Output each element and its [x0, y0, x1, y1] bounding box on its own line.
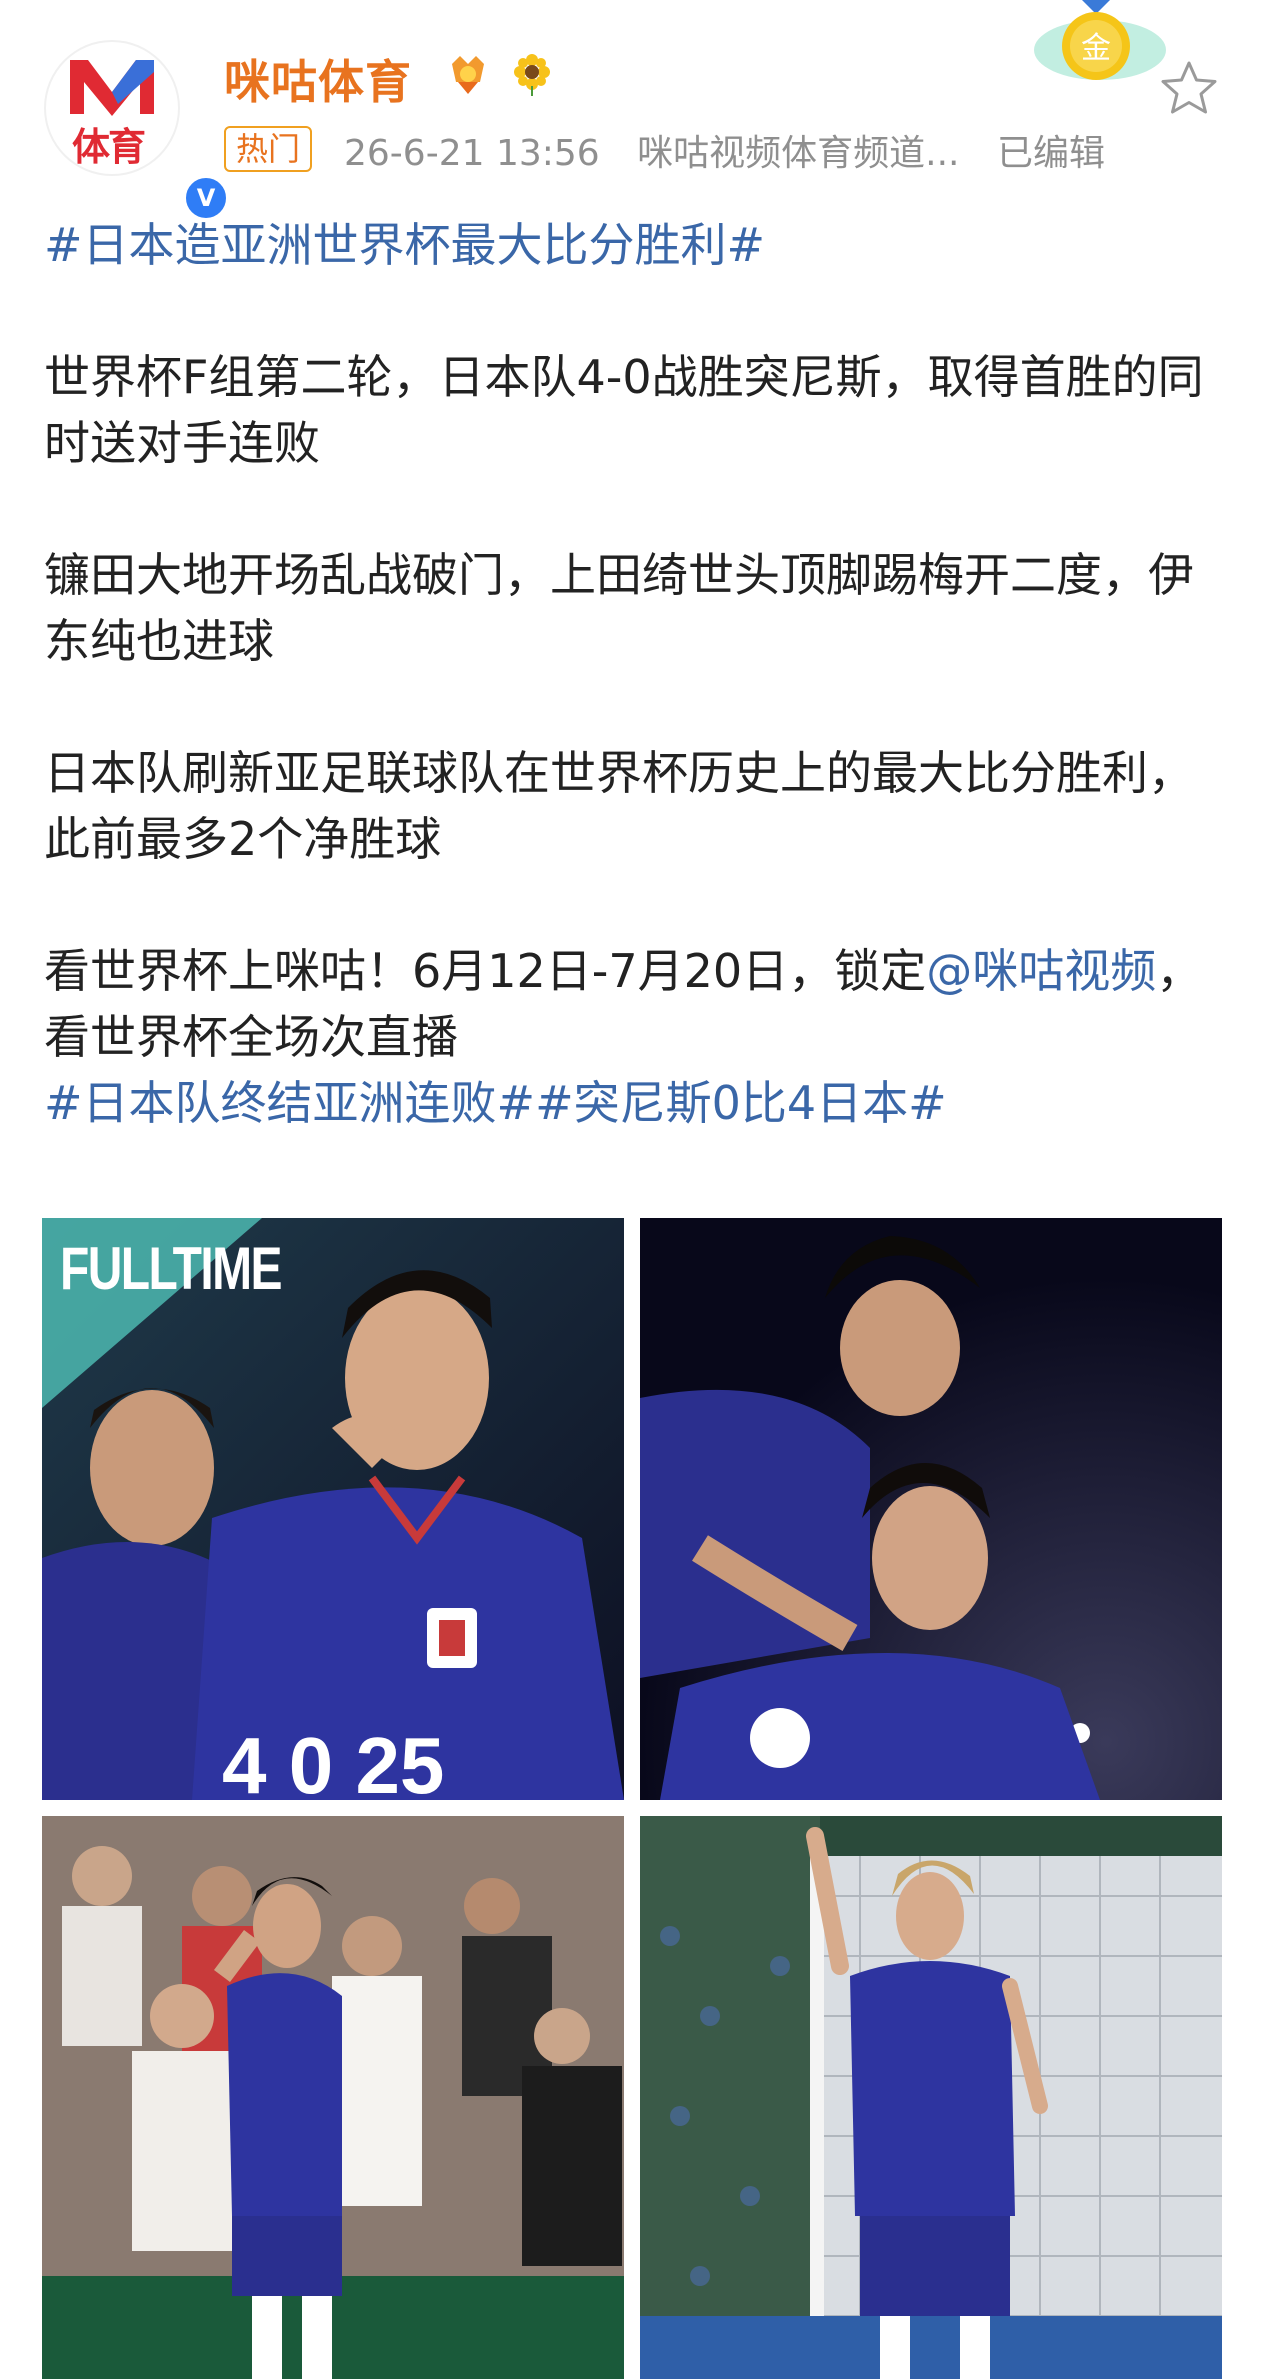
avatar-text: 体育 — [72, 125, 146, 169]
weibo-post-page: 体育 V 咪咕体育 热门 26-6-21 13:56 咪咕视频体育频道... 已… — [0, 0, 1264, 2379]
post-header: 体育 V 咪咕体育 热门 26-6-21 13:56 咪咕视频体育频道... 已… — [0, 0, 1264, 222]
topic-tag-japan[interactable]: #日本队终结亚洲连败# — [44, 1076, 535, 1130]
post-meta: 26-6-21 13:56 咪咕视频体育频道... 已编辑 — [344, 124, 1131, 176]
photo-1[interactable]: 4 0 25 FULLTIME — [42, 1218, 624, 1800]
paragraph-result: 世界杯F组第二轮，日本队4-0战胜突尼斯，取得首胜的同时送对手连败 — [44, 350, 1204, 470]
mention-migu-video[interactable]: @咪咕视频 — [926, 944, 1156, 998]
photo-4-scene — [640, 1816, 1222, 2379]
award-icon[interactable] — [446, 52, 490, 96]
paragraph-record: 日本队刷新亚足联球队在世界杯历史上的最大比分胜利，此前最多2个净胜球 — [44, 746, 1194, 866]
jersey-number: 4 0 25 — [222, 1721, 444, 1800]
fulltime-overlay: FULLTIME — [60, 1235, 283, 1302]
image-grid: 4 0 25 FULLTIME — [42, 1218, 1222, 2379]
photo-3-scene — [42, 1816, 624, 2379]
post-body: #日本造亚洲世界杯最大比分胜利# 世界杯F组第二轮，日本队4-0战胜突尼斯，取得… — [44, 212, 1224, 1136]
sunflower-icon[interactable] — [510, 52, 554, 96]
hot-tag: 热门 — [224, 126, 313, 172]
photo-2[interactable] — [640, 1218, 1222, 1800]
gold-medal-icon[interactable]: 金 — [1020, 0, 1170, 100]
gold-medal-label: 金 — [1081, 31, 1111, 66]
edited-label[interactable]: 已编辑 — [997, 133, 1105, 174]
photo-3[interactable] — [42, 1816, 624, 2379]
post-timestamp: 26-6-21 13:56 — [344, 133, 600, 174]
post-source[interactable]: 咪咕视频体育频道... — [637, 133, 959, 174]
paragraph-promo: 看世界杯上咪咕！6月12日-7月20日，锁定@咪咕视频，看世界杯全场次直播 — [44, 938, 1224, 1070]
topic-tag-headline[interactable]: #日本造亚洲世界杯最大比分胜利# — [44, 218, 765, 272]
photo-4[interactable] — [640, 1816, 1222, 2379]
account-name[interactable]: 咪咕体育 — [224, 46, 412, 112]
topic-tag-tunisia[interactable]: #突尼斯0比4日本# — [535, 1076, 947, 1130]
paragraph-scorers: 镰田大地开场乱战破门，上田绮世头顶脚踢梅开二度，伊东纯也进球 — [44, 548, 1194, 668]
photo-2-scene — [640, 1218, 1222, 1800]
promo-text: 看世界杯上咪咕！6月12日-7月20日，锁定 — [44, 944, 927, 998]
avatar[interactable]: 体育 V — [44, 40, 230, 222]
photo-1-scene: 4 0 25 — [42, 1218, 624, 1800]
star-icon[interactable] — [1158, 58, 1220, 120]
